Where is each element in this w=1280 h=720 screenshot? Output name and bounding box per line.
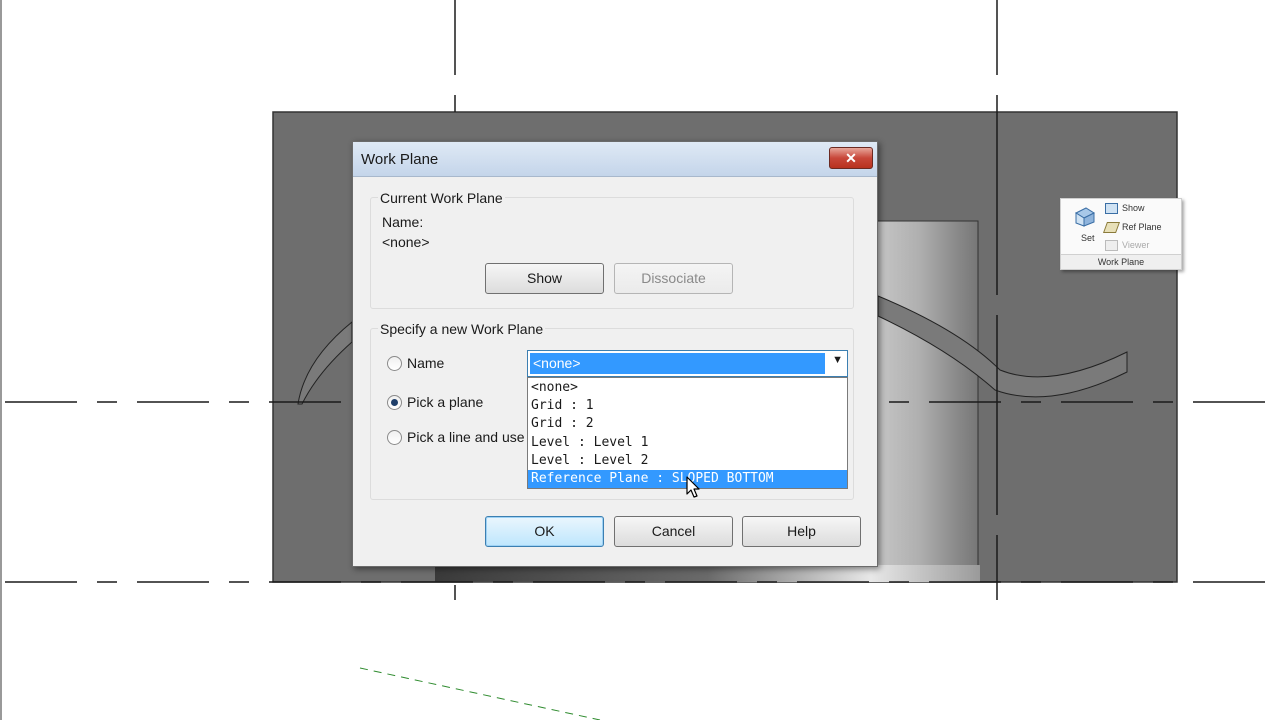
show-button-label: Show	[526, 270, 563, 286]
work-plane-grid-icon	[1074, 207, 1096, 227]
ref-plane-label: Ref Plane	[1122, 222, 1162, 232]
dialog-title: Work Plane	[361, 151, 439, 168]
show-button[interactable]: Show	[485, 263, 604, 294]
base-element	[435, 565, 980, 582]
ref-plane-button[interactable]: Ref Plane	[1102, 222, 1162, 234]
mouse-cursor-icon	[686, 476, 700, 498]
cancel-button[interactable]: Cancel	[614, 516, 733, 547]
ref-plane-icon	[1102, 222, 1121, 234]
specify-work-plane-legend: Specify a new Work Plane	[378, 321, 546, 337]
current-work-plane-legend: Current Work Plane	[378, 190, 505, 206]
work-plane-dropdown-list[interactable]: <none> Grid : 1 Grid : 2 Level : Level 1…	[527, 377, 848, 489]
ok-button-label: OK	[534, 523, 555, 539]
cancel-button-label: Cancel	[651, 523, 696, 539]
ok-button[interactable]: OK	[485, 516, 604, 547]
dissociate-button-label: Dissociate	[641, 270, 706, 286]
set-button[interactable]: Set	[1069, 203, 1099, 243]
dropdown-item[interactable]: Level : Level 2	[528, 452, 847, 470]
work-plane-ribbon-panel: Set Show Ref Plane Viewer Work Plane	[1060, 198, 1182, 270]
pick-line-radio[interactable]	[387, 430, 402, 445]
reference-plane-line	[359, 667, 601, 720]
help-button-label: Help	[787, 523, 816, 539]
pick-plane-radio[interactable]	[387, 395, 402, 410]
chevron-down-icon[interactable]: ▼	[832, 354, 843, 366]
dropdown-item[interactable]: <none>	[528, 379, 847, 397]
pick-line-radio-label[interactable]: Pick a line and use	[407, 429, 525, 445]
viewer-button: Viewer	[1105, 240, 1150, 252]
dropdown-item[interactable]: Grid : 2	[528, 415, 847, 433]
panel-title-bar: Work Plane	[1061, 254, 1181, 269]
close-icon: ✕	[845, 150, 857, 166]
set-label: Set	[1081, 233, 1095, 243]
dropdown-item[interactable]: Level : Level 1	[528, 434, 847, 452]
current-name-value: <none>	[382, 234, 430, 250]
viewer-label: Viewer	[1122, 240, 1150, 250]
close-button[interactable]: ✕	[829, 147, 873, 169]
show-button[interactable]: Show	[1105, 203, 1145, 215]
dissociate-button: Dissociate	[614, 263, 733, 294]
current-name-label: Name:	[382, 214, 424, 230]
show-icon	[1105, 203, 1118, 215]
help-button[interactable]: Help	[742, 516, 861, 547]
work-plane-name-combobox[interactable]: <none> ▼	[527, 350, 848, 377]
current-work-plane-group	[370, 197, 854, 309]
combobox-selected-value: <none>	[530, 353, 825, 374]
show-label: Show	[1122, 203, 1145, 213]
panel-title: Work Plane	[1097, 257, 1145, 267]
pick-plane-radio-label[interactable]: Pick a plane	[407, 394, 483, 410]
dropdown-item[interactable]: Grid : 1	[528, 397, 847, 415]
dialog-titlebar[interactable]: Work Plane ✕	[353, 142, 877, 177]
name-radio-label[interactable]: Name	[407, 355, 444, 371]
work-plane-dialog: Work Plane ✕ Current Work Plane Name: <n…	[352, 141, 878, 567]
viewer-icon	[1105, 240, 1118, 252]
name-radio[interactable]	[387, 356, 402, 371]
